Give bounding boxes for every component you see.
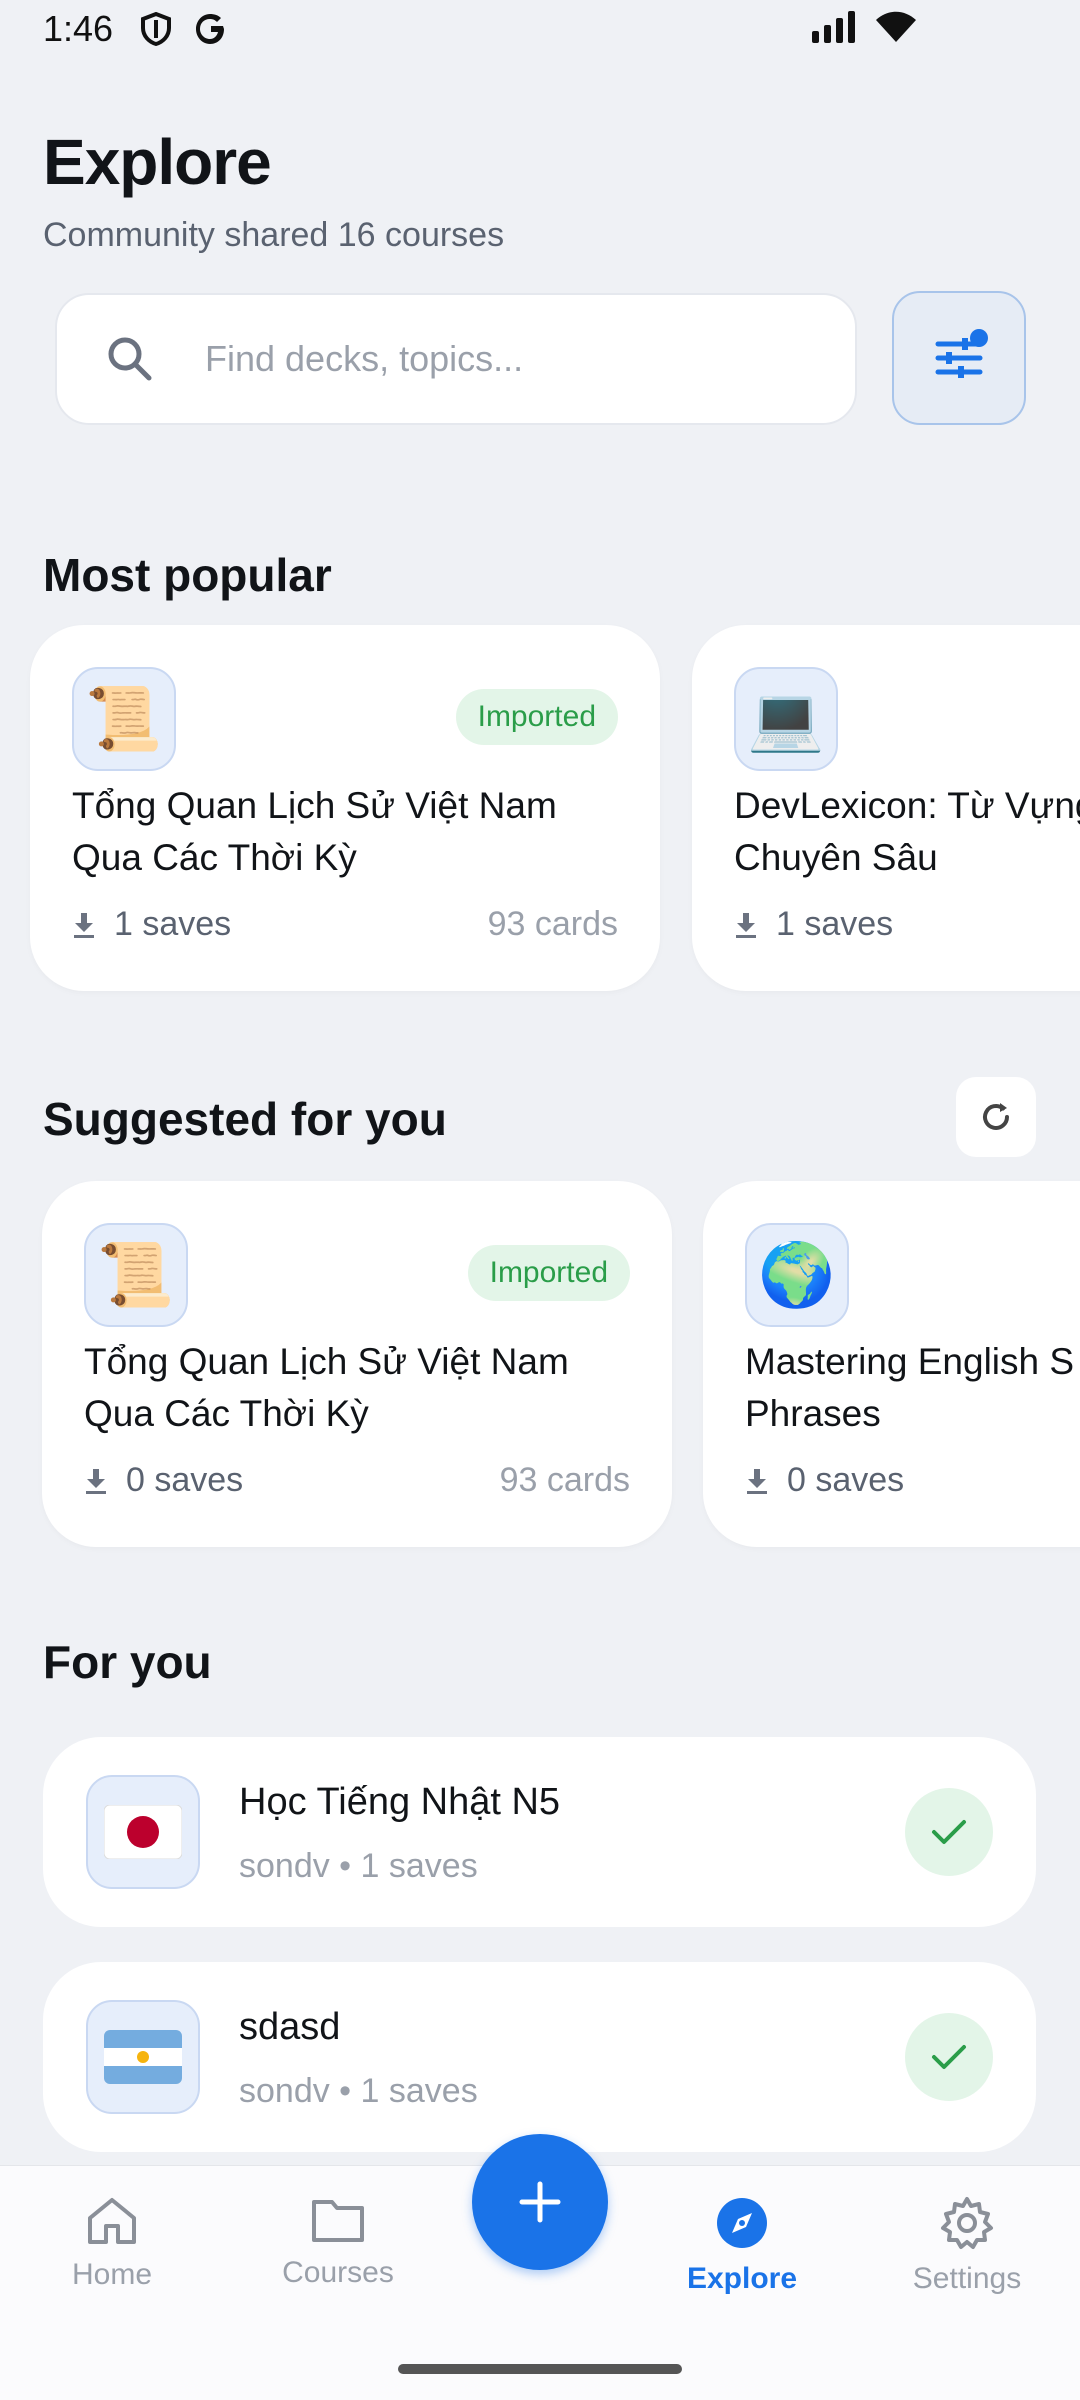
imported-badge: Imported	[455, 689, 618, 745]
section-title-suggested: Suggested for you	[43, 1093, 447, 1145]
deck-card[interactable]: 📜 Imported Tổng Quan Lịch Sử Việt Nam Qu…	[30, 625, 660, 991]
wifi-icon	[876, 11, 916, 42]
refresh-icon	[983, 1103, 1009, 1130]
deck-title: Mastering English S Phrases	[745, 1341, 1075, 1434]
search-icon	[108, 337, 152, 381]
check-icon	[932, 1820, 966, 1844]
deck-card[interactable]: 💻 DevLexicon: Từ Vựng Chuyên Sâu 1 saves	[692, 625, 1080, 991]
page-title: Explore	[43, 126, 272, 198]
deck-card-count: 93 cards	[487, 905, 618, 943]
scroll-icon: 📜	[72, 667, 176, 771]
add-button[interactable]	[472, 2134, 608, 2270]
check-icon	[932, 2045, 966, 2069]
deck-card-count: 93 cards	[499, 1461, 630, 1499]
plus-icon	[519, 2181, 561, 2223]
search-input[interactable]: Find decks, topics...	[55, 293, 857, 425]
download-icon	[736, 912, 756, 938]
section-title-most-popular: Most popular	[43, 549, 332, 601]
google-icon	[196, 14, 224, 44]
list-item-title: sdasd	[239, 2006, 341, 2048]
status-icons-left	[140, 12, 228, 46]
laptop-icon: 💻	[734, 667, 838, 771]
status-time: 1:46	[43, 8, 114, 49]
deck-title: DevLexicon: Từ Vựng Chuyên Sâu	[734, 785, 1080, 878]
nav-settings-label: Settings	[912, 2262, 1022, 2295]
deck-saves: 0 saves	[84, 1461, 243, 1500]
deck-saves: 0 saves	[745, 1461, 904, 1500]
list-item-meta: sondv • 1 saves	[239, 1847, 478, 1885]
scroll-icon: 📜	[84, 1223, 188, 1327]
download-icon	[74, 912, 94, 938]
deck-saves: 1 saves	[72, 905, 231, 944]
nav-explore-label: Explore	[686, 2262, 798, 2295]
download-icon	[86, 1468, 106, 1494]
section-title-for-you: For you	[43, 1636, 212, 1688]
imported-check-button[interactable]	[905, 1788, 993, 1876]
signal-icon	[812, 11, 855, 43]
home-icon	[88, 2198, 136, 2244]
download-icon	[747, 1468, 767, 1494]
gear-icon	[941, 2197, 993, 2249]
shield-icon	[141, 12, 171, 46]
nav-home[interactable]: Home	[22, 2196, 202, 2292]
list-item[interactable]: Học Tiếng Nhật N5 sondv • 1 saves	[43, 1737, 1036, 1927]
nav-courses-label: Courses	[282, 2256, 394, 2289]
nav-courses[interactable]: Courses	[248, 2196, 428, 2290]
deck-title: Tổng Quan Lịch Sử Việt Nam Qua Các Thời …	[84, 1341, 569, 1434]
nav-explore[interactable]: Explore	[652, 2196, 832, 2296]
deck-title: Tổng Quan Lịch Sử Việt Nam Qua Các Thời …	[72, 785, 557, 878]
search-placeholder: Find decks, topics...	[205, 338, 524, 379]
nav-settings[interactable]: Settings	[877, 2196, 1057, 2296]
status-icons-right	[812, 10, 918, 44]
filter-button[interactable]	[892, 291, 1026, 425]
nav-home-label: Home	[71, 2258, 153, 2291]
folder-icon	[312, 2200, 364, 2242]
page-subtitle: Community shared 16 courses	[43, 216, 505, 254]
imported-check-button[interactable]	[905, 2013, 993, 2101]
imported-badge: Imported	[467, 1245, 630, 1301]
deck-card[interactable]: 📜 Imported Tổng Quan Lịch Sử Việt Nam Qu…	[42, 1181, 672, 1547]
globe-icon: 🌍	[745, 1223, 849, 1327]
argentina-flag-icon	[86, 2000, 200, 2114]
filter-indicator-dot	[970, 329, 988, 347]
list-item-title: Học Tiếng Nhật N5	[239, 1781, 561, 1823]
compass-icon	[717, 2198, 767, 2248]
list-item-meta: sondv • 1 saves	[239, 2072, 478, 2110]
list-item[interactable]: sdasd sondv • 1 saves	[43, 1962, 1036, 2152]
deck-saves: 1 saves	[734, 905, 893, 944]
refresh-button[interactable]	[956, 1077, 1036, 1157]
deck-card[interactable]: 🌍 Mastering English S Phrases 0 saves	[703, 1181, 1080, 1547]
japan-flag-icon	[86, 1775, 200, 1889]
home-indicator	[398, 2364, 682, 2374]
